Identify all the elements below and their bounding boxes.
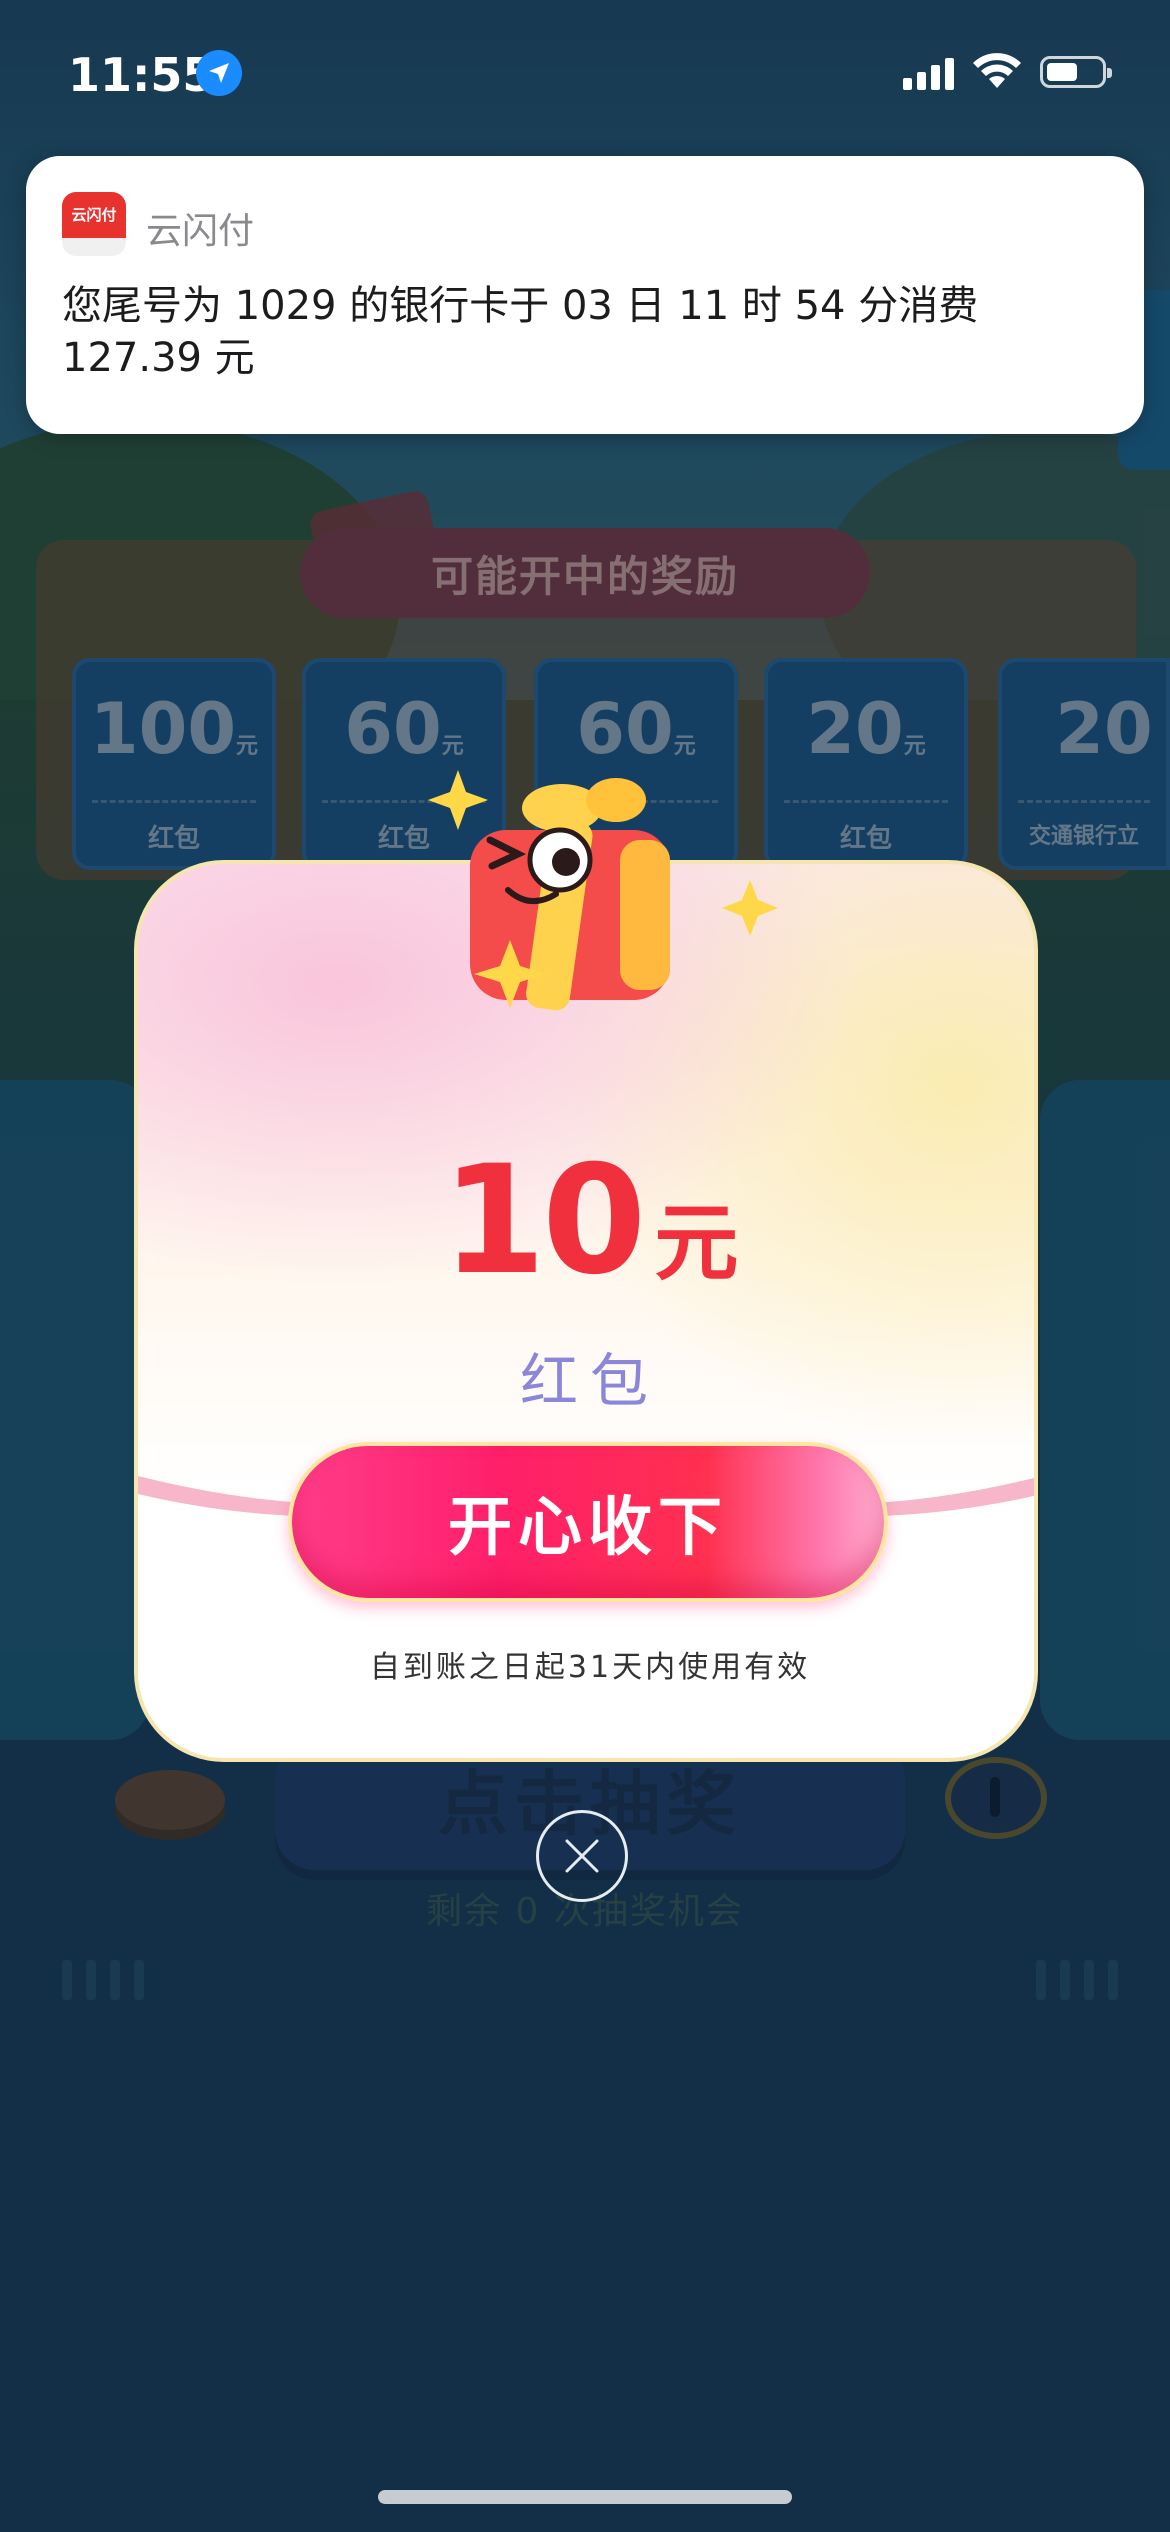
app-icon: 云闪付: [62, 192, 126, 256]
gift-mascot-icon: [428, 770, 778, 1011]
wifi-icon: [973, 53, 1021, 88]
status-time: 11:55: [68, 48, 215, 102]
notification-app-name: 云闪付: [146, 211, 255, 252]
validity-text: 自到账之日起31天内使用有效: [369, 1650, 811, 1685]
reward-amount-display: 10 元: [138, 1134, 1034, 1308]
battery-icon: [1040, 56, 1112, 88]
home-indicator[interactable]: [378, 2490, 792, 2504]
cellular-signal-icon: [903, 58, 954, 90]
reward-amount-value: 10: [441, 1134, 647, 1308]
close-modal-button[interactable]: [536, 1810, 628, 1902]
app-icon-text: 云闪付: [71, 206, 117, 224]
notification-banner[interactable]: 云闪付 云闪付 您尾号为 1029 的银行卡于 03 日 11 时 54 分消费…: [26, 156, 1144, 434]
reward-amount-unit: 元: [654, 1194, 739, 1292]
location-arrow-icon: [196, 50, 242, 96]
accept-reward-button[interactable]: 开心收下: [288, 1442, 888, 1602]
reward-type-label: 红包: [519, 1347, 660, 1415]
notification-message: 您尾号为 1029 的银行卡于 03 日 11 时 54 分消费 127.39 …: [62, 283, 979, 381]
close-icon: [565, 1839, 599, 1873]
